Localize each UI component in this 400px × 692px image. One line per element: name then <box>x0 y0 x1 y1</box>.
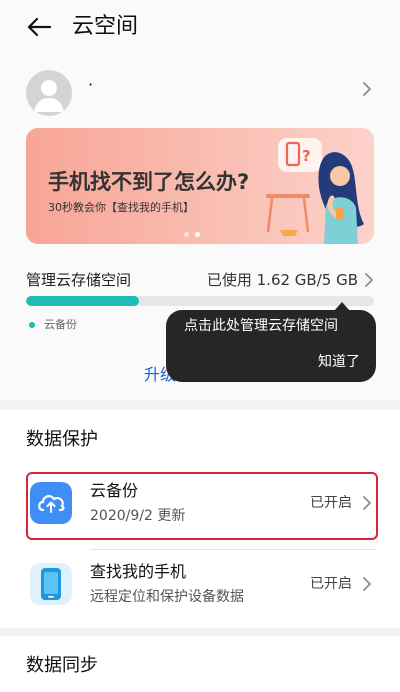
promo-banner[interactable]: 手机找不到了怎么办? 30秒教会你【查找我的手机】 ? <box>26 128 374 244</box>
storage-usage-fill <box>26 296 139 306</box>
find-phone-subtitle: 远程定位和保护设备数据 <box>90 589 244 605</box>
storage-tooltip: 点击此处管理云存储空间 知道了 <box>166 302 376 382</box>
cloud-backup-title: 云备份 <box>90 481 139 500</box>
backup-legend-dot <box>29 322 35 328</box>
banner-illustration: ? <box>266 138 364 244</box>
banner-subtitle: 30秒教会你【查找我的手机】 <box>48 201 194 214</box>
tooltip-arrow <box>334 302 350 311</box>
storage-chevron-right-icon[interactable] <box>362 271 376 289</box>
cloud-backup-status: 已开启 <box>310 495 352 511</box>
avatar[interactable] <box>26 70 72 116</box>
app-header: 云空间 <box>0 0 400 58</box>
chevron-right-icon <box>363 577 371 591</box>
chevron-right-icon <box>363 496 371 510</box>
find-phone-title: 查找我的手机 <box>90 562 187 581</box>
tooltip-text: 点击此处管理云存储空间 <box>184 318 338 334</box>
data-sync-title: 数据同步 <box>26 655 98 676</box>
page-title: 云空间 <box>72 14 139 39</box>
cloud-backup-updated: 2020/9/2 更新 <box>90 508 186 524</box>
storage-usage-bar <box>26 296 374 306</box>
cloud-backup-icon <box>30 482 72 524</box>
list-divider <box>90 549 376 550</box>
back-arrow-icon[interactable] <box>24 12 54 42</box>
account-chevron-right-icon[interactable] <box>360 80 374 98</box>
pagination-dot[interactable] <box>184 232 189 237</box>
list-item-find-my-phone[interactable]: 查找我的手机 远程定位和保护设备数据 已开启 <box>26 553 376 621</box>
data-protection-title: 数据保护 <box>26 429 98 450</box>
svg-text:?: ? <box>302 147 311 165</box>
manage-storage-label[interactable]: 管理云存储空间 <box>26 270 131 290</box>
find-phone-status: 已开启 <box>310 576 352 592</box>
list-item-cloud-backup[interactable]: 云备份 2020/9/2 更新 已开启 <box>26 472 376 540</box>
storage-used-text[interactable]: 已使用 1.62 GB/5 GB <box>207 270 358 290</box>
account-name: · <box>88 75 94 94</box>
backup-legend-label: 云备份 <box>44 318 77 331</box>
banner-title: 手机找不到了怎么办? <box>48 170 250 194</box>
find-phone-icon <box>30 563 72 605</box>
avatar-user-icon <box>34 80 64 112</box>
tooltip-got-it-button[interactable]: 知道了 <box>318 352 360 372</box>
pagination-dot-active[interactable] <box>195 232 200 237</box>
